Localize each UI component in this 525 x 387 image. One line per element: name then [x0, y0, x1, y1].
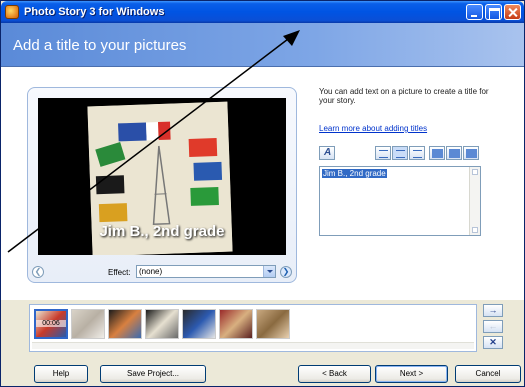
- instructions-text: You can add text on a picture to create …: [319, 87, 489, 105]
- filmstrip-scrollbar[interactable]: [32, 342, 474, 349]
- effect-dropdown[interactable]: (none): [136, 265, 276, 278]
- effect-label-text: Effect:: [108, 268, 131, 277]
- preview-panel: Jim B., 2nd grade ❮ Effect: (none) ❯: [27, 87, 297, 283]
- text-formatting-toolbar: [319, 146, 481, 162]
- minimize-button[interactable]: [466, 4, 483, 20]
- filmstrip-thumbnail[interactable]: 00:06: [34, 309, 68, 339]
- back-button[interactable]: < Back: [298, 365, 371, 383]
- effect-label: Effect:: [108, 268, 131, 277]
- filmstrip-thumbnail[interactable]: [219, 309, 253, 339]
- filmstrip-thumbnail[interactable]: [182, 309, 216, 339]
- filmstrip-area: 00:06⬌⬌ → ← ✕: [1, 300, 524, 356]
- picture-title-caption: Jim B., 2nd grade: [99, 223, 225, 240]
- next-button[interactable]: Next >: [375, 365, 448, 383]
- photo-story-app-icon[interactable]: [5, 5, 19, 19]
- previous-picture-button[interactable]: ❮: [32, 266, 44, 278]
- title-text-input[interactable]: Jim B., 2nd grade: [319, 166, 481, 236]
- filmstrip: 00:06⬌⬌: [29, 304, 477, 352]
- filmstrip-thumbnail[interactable]: [108, 309, 142, 339]
- thumbnail-duration: 00:06: [36, 320, 66, 327]
- font-icon[interactable]: [319, 146, 335, 160]
- title-text-value[interactable]: Jim B., 2nd grade: [322, 169, 387, 178]
- chevron-down-icon[interactable]: [263, 266, 275, 277]
- position-middle-icon[interactable]: [446, 146, 462, 160]
- align-right-icon[interactable]: [409, 146, 425, 160]
- text-scrollbar[interactable]: [469, 167, 480, 235]
- window-controls: [466, 4, 521, 20]
- content-area: Jim B., 2nd grade ❮ Effect: (none) ❯ You…: [1, 67, 524, 300]
- help-button[interactable]: Help: [34, 365, 88, 383]
- page-header: Add a title to your pictures: [1, 23, 524, 67]
- page-title: Add a title to your pictures: [13, 37, 187, 54]
- save-project-button[interactable]: Save Project...: [100, 365, 206, 383]
- cancel-button[interactable]: Cancel: [455, 365, 521, 383]
- filmstrip-thumbnail[interactable]: [256, 309, 290, 339]
- scroll-down-icon[interactable]: [472, 227, 478, 233]
- app-window: Photo Story 3 for Windows Add a title to…: [0, 0, 525, 387]
- align-center-icon[interactable]: [392, 146, 408, 160]
- picture-preview: Jim B., 2nd grade: [38, 98, 286, 255]
- learn-more-link[interactable]: Learn more about adding titles: [319, 124, 427, 133]
- arrow-right-icon[interactable]: →: [483, 304, 503, 317]
- effect-dropdown-value: (none): [139, 267, 163, 276]
- next-picture-button[interactable]: ❯: [280, 266, 292, 278]
- filmstrip-thumbnail[interactable]: [145, 309, 179, 339]
- position-top-icon[interactable]: [429, 146, 445, 160]
- title-bar[interactable]: Photo Story 3 for Windows: [1, 1, 524, 23]
- maximize-button[interactable]: [485, 4, 502, 20]
- window-title: Photo Story 3 for Windows: [24, 6, 165, 18]
- filmstrip-thumbnail[interactable]: [71, 309, 105, 339]
- delete-icon[interactable]: ✕: [483, 336, 503, 349]
- close-button[interactable]: [504, 4, 521, 20]
- scroll-up-icon[interactable]: [472, 169, 478, 175]
- filmstrip-tools: → ← ✕: [483, 304, 505, 352]
- align-left-icon[interactable]: [375, 146, 391, 160]
- position-bottom-icon[interactable]: [463, 146, 479, 160]
- arrow-left-icon[interactable]: ←: [483, 320, 503, 333]
